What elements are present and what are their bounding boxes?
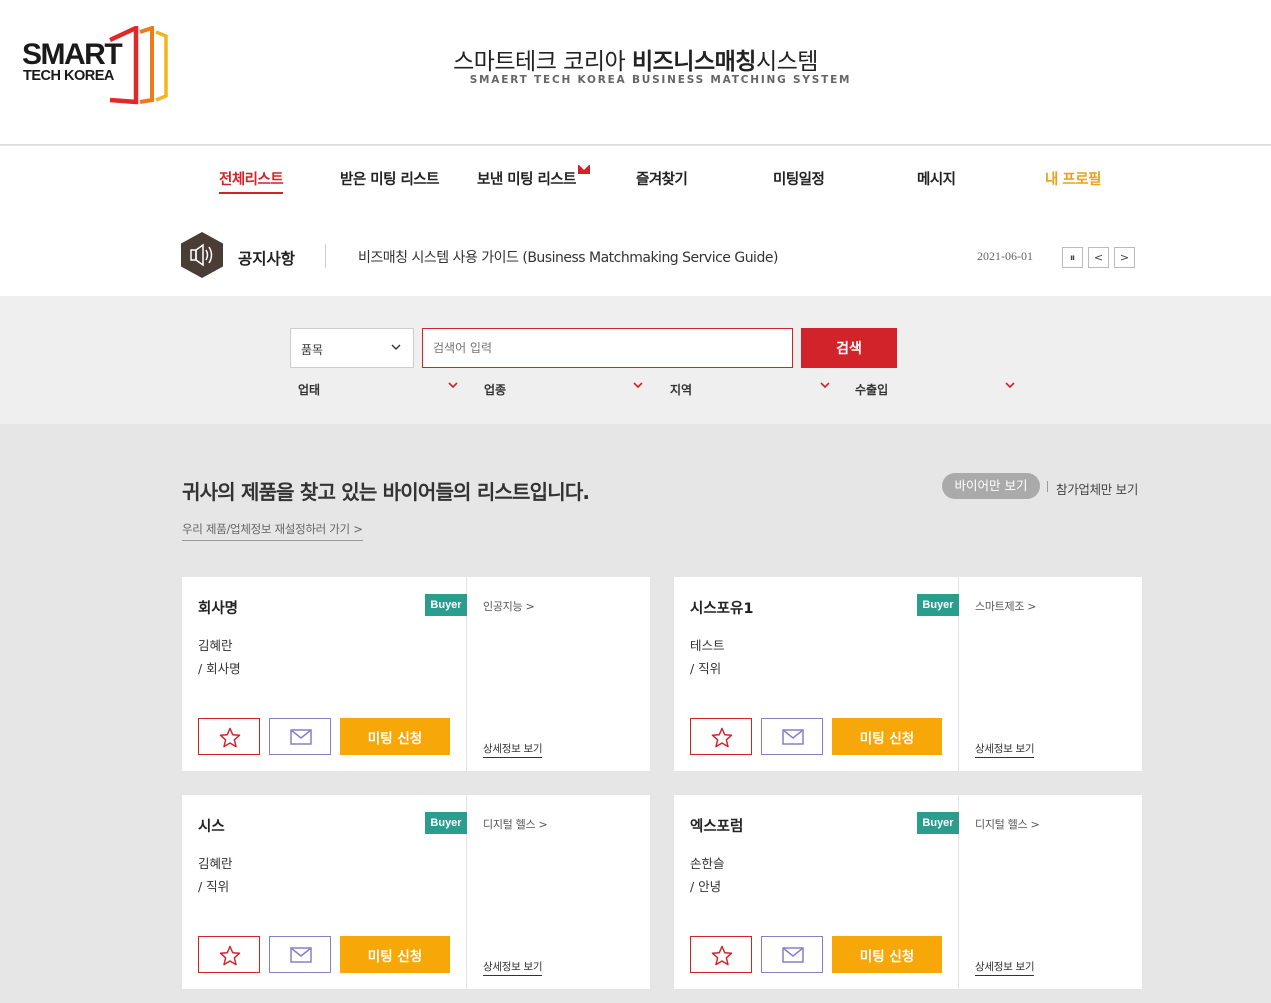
buyer-contact-name: 손한슬 xyxy=(690,856,725,871)
message-button[interactable] xyxy=(761,936,823,973)
buyer-company-name: 시스포유1 xyxy=(690,601,754,617)
chevron-right-icon[interactable]: > xyxy=(1114,247,1135,268)
envelope-icon xyxy=(290,729,312,745)
notice-headline[interactable]: 비즈매칭 시스템 사용 가이드 (Business Matchmaking Se… xyxy=(358,247,778,267)
chevron-left-icon[interactable]: < xyxy=(1088,247,1109,268)
buyer-badge: Buyer xyxy=(917,594,959,616)
nav-meeting-schedule[interactable]: 미팅일정 xyxy=(773,168,825,189)
favorite-button[interactable] xyxy=(690,718,752,755)
buyer-company-name: 엑스포럼 xyxy=(690,819,744,835)
nav-messages[interactable]: 메시지 xyxy=(917,168,956,189)
favorite-button[interactable] xyxy=(198,936,260,973)
message-button[interactable] xyxy=(269,718,331,755)
detail-view-link[interactable]: 상세정보 보기 xyxy=(483,741,543,758)
filter-region[interactable]: 지역 xyxy=(670,381,692,398)
buyer-contact-name: 김혜란 xyxy=(198,638,233,653)
search-button[interactable]: 검색 xyxy=(801,328,897,368)
buyer-category-link[interactable]: 인공지능 > xyxy=(483,598,535,614)
chevron-down-icon xyxy=(391,344,401,350)
nav-sent-meetings-label: 보낸 미팅 리스트 xyxy=(477,172,576,188)
buyer-contact-title: / 직위 xyxy=(690,661,722,676)
detail-view-link[interactable]: 상세정보 보기 xyxy=(975,959,1035,976)
page-title: 귀사의 제품을 찾고 있는 바이어들의 리스트입니다. xyxy=(182,480,590,504)
detail-view-link[interactable]: 상세정보 보기 xyxy=(975,741,1035,758)
notice-bar: 공지사항 비즈매칭 시스템 사용 가이드 (Business Matchmaki… xyxy=(0,214,1271,296)
favorite-button[interactable] xyxy=(690,936,752,973)
buyer-company-name: 회사명 xyxy=(198,601,239,617)
site-header: SMART TECH KOREA 스마트테크 코리아 비즈니스매칭시스템 SMA… xyxy=(0,0,1271,145)
buyer-card: 시스포유1 테스트 / 직위 미팅 신청 Buyer 스마트제조 > 상세정보 … xyxy=(674,577,1142,771)
meeting-request-button[interactable]: 미팅 신청 xyxy=(340,718,450,755)
nav-sent-meetings[interactable]: 보낸 미팅 리스트 xyxy=(477,165,590,189)
nav-favorites[interactable]: 즐겨찾기 xyxy=(636,168,688,189)
notice-divider xyxy=(325,244,326,268)
buyer-card: 회사명 김혜란 / 회사명 미팅 신청 Buyer 인공지능 > 상세정보 보기 xyxy=(182,577,650,771)
envelope-icon xyxy=(782,947,804,963)
reset-profile-link[interactable]: 우리 제품/업체정보 재설정하러 가기 > xyxy=(182,521,363,541)
search-category-value: 품목 xyxy=(301,343,324,357)
buyer-contact-title: / 회사명 xyxy=(198,661,241,676)
favorite-button[interactable] xyxy=(198,718,260,755)
buyer-badge: Buyer xyxy=(917,812,959,834)
envelope-icon xyxy=(782,729,804,745)
buyer-contact-title: / 안녕 xyxy=(690,879,722,894)
envelope-icon xyxy=(290,947,312,963)
meeting-request-button[interactable]: 미팅 신청 xyxy=(832,936,942,973)
buyer-badge: Buyer xyxy=(425,812,467,834)
toggle-buyers-only[interactable]: 바이어만 보기 xyxy=(942,473,1040,499)
buyer-contact-name: 김혜란 xyxy=(198,856,233,871)
meeting-request-button[interactable]: 미팅 신청 xyxy=(340,936,450,973)
star-icon xyxy=(219,945,241,966)
nav-my-profile[interactable]: 내 프로필 xyxy=(1045,168,1101,189)
buyer-card: 엑스포럼 손한슬 / 안녕 미팅 신청 Buyer 디지털 헬스 > 상세정보 … xyxy=(674,795,1142,989)
message-button[interactable] xyxy=(761,718,823,755)
chevron-down-icon[interactable] xyxy=(447,379,459,391)
buyer-category-link[interactable]: 디지털 헬스 > xyxy=(975,816,1040,832)
buyer-company-name: 시스 xyxy=(198,819,225,835)
megaphone-icon xyxy=(181,232,223,278)
buyer-card: 시스 김혜란 / 직위 미팅 신청 Buyer 디지털 헬스 > 상세정보 보기 xyxy=(182,795,650,989)
new-mail-icon xyxy=(577,165,590,174)
toggle-divider xyxy=(1047,481,1048,492)
main-nav: 전체리스트 받은 미팅 리스트 보낸 미팅 리스트 즐겨찾기 미팅일정 메시지 … xyxy=(0,146,1271,214)
site-title: 스마트테크 코리아 비즈니스매칭시스템 xyxy=(453,49,818,75)
filter-business-type[interactable]: 업태 xyxy=(298,381,320,398)
pause-icon[interactable]: ⏸ xyxy=(1062,247,1083,268)
chevron-down-icon[interactable] xyxy=(1004,379,1016,391)
toggle-exhibitors-only[interactable]: 참가업체만 보기 xyxy=(1056,479,1138,498)
search-panel: 품목 검색 업태 업종 지역 수출입 xyxy=(0,296,1271,424)
nav-received-meetings[interactable]: 받은 미팅 리스트 xyxy=(340,168,439,189)
meeting-request-button[interactable]: 미팅 신청 xyxy=(832,718,942,755)
star-icon xyxy=(711,945,733,966)
notice-date: 2021-06-01 xyxy=(977,249,1033,263)
detail-view-link[interactable]: 상세정보 보기 xyxy=(483,959,543,976)
chevron-down-icon[interactable] xyxy=(819,379,831,391)
buyer-contact-title: / 직위 xyxy=(198,879,230,894)
nav-all-list[interactable]: 전체리스트 xyxy=(219,168,284,194)
buyer-badge: Buyer xyxy=(425,594,467,616)
search-input[interactable] xyxy=(422,328,793,368)
site-subtitle: SMAERT TECH KOREA BUSINESS MATCHING SYST… xyxy=(469,74,852,86)
star-icon xyxy=(219,727,241,748)
message-button[interactable] xyxy=(269,936,331,973)
buyer-category-link[interactable]: 디지털 헬스 > xyxy=(483,816,548,832)
buyer-category-link[interactable]: 스마트제조 > xyxy=(975,598,1037,614)
filter-import-export[interactable]: 수출입 xyxy=(855,381,888,398)
search-category-select[interactable]: 품목 xyxy=(290,328,414,368)
chevron-down-icon[interactable] xyxy=(632,379,644,391)
star-icon xyxy=(711,727,733,748)
notice-label: 공지사항 xyxy=(238,250,296,268)
filter-industry[interactable]: 업종 xyxy=(484,381,506,398)
buyer-contact-name: 테스트 xyxy=(690,638,725,653)
